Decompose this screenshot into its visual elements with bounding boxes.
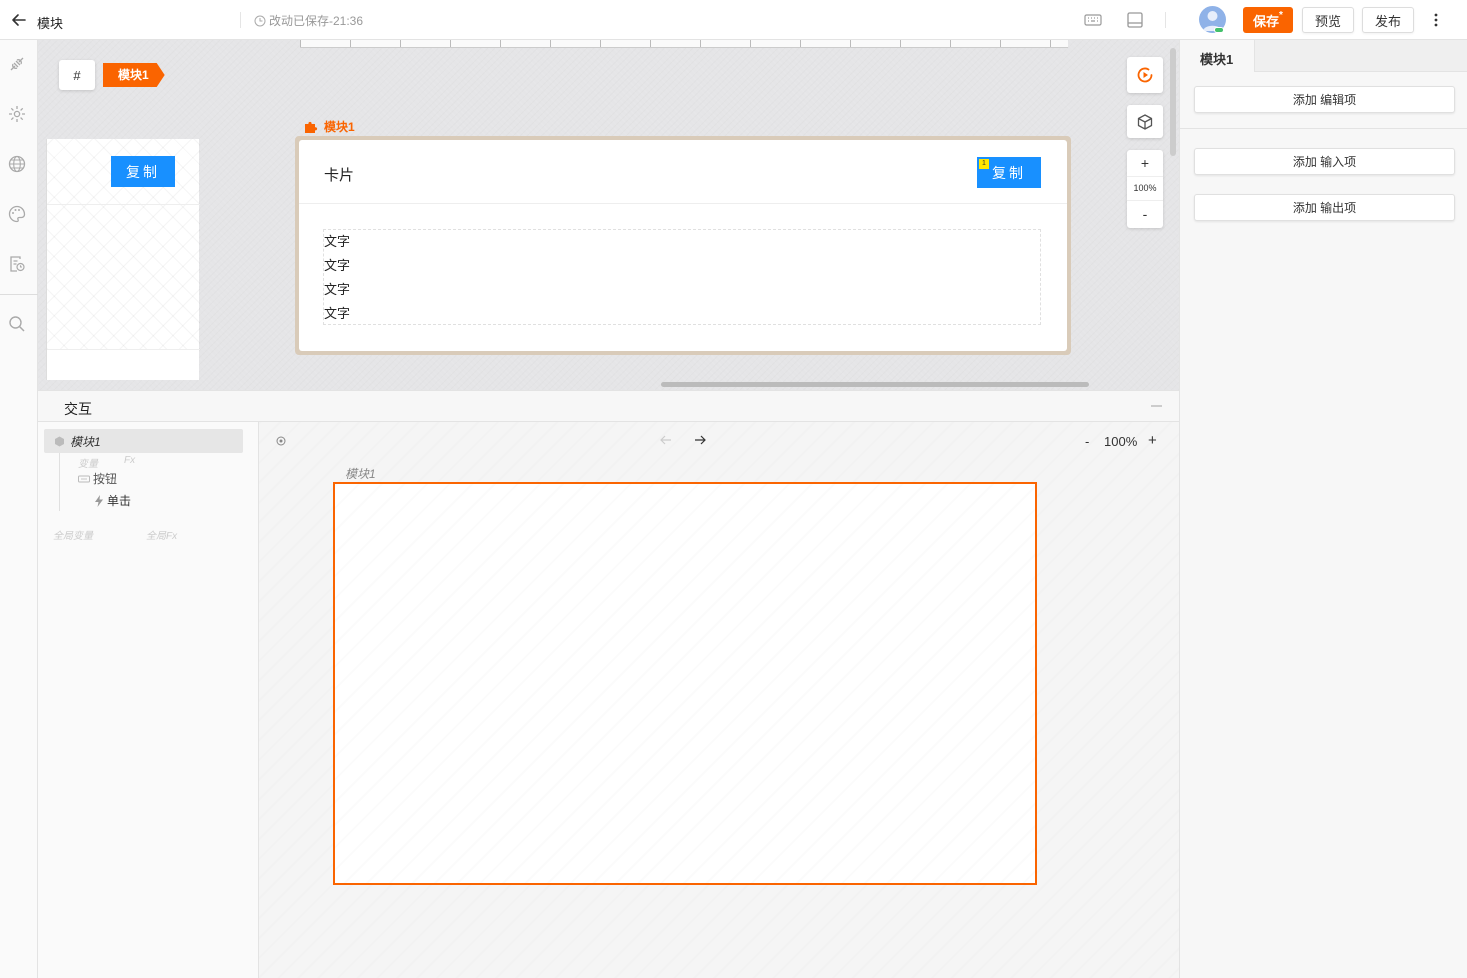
lightning-icon [95, 494, 103, 507]
more-vertical-icon[interactable] [1430, 11, 1442, 29]
text-list[interactable]: 文字 文字 文字 文字 [323, 229, 1041, 325]
card-title: 卡片 [324, 167, 355, 184]
global-fx-tab[interactable]: 全局Fx [146, 527, 177, 542]
save-status-text: 改动已保存-21:36 [269, 14, 364, 28]
vertical-scrollbar[interactable] [1170, 48, 1176, 156]
interaction-panel-header: 交互 [38, 390, 1179, 422]
text-item[interactable]: 文字 [324, 302, 1040, 326]
tree-guide-line [59, 453, 60, 511]
error-badge: 1 [979, 159, 989, 169]
add-input-item-button[interactable]: 添加 输入项 [1194, 148, 1455, 175]
divider [0, 294, 38, 295]
interaction-title: 交互 [64, 401, 92, 417]
divider [299, 203, 1067, 204]
zoom-in-button[interactable]: + [1127, 155, 1163, 171]
palette-icon[interactable] [7, 204, 27, 224]
flow-zoom-level: 100% [1104, 434, 1138, 449]
divider [1127, 200, 1163, 201]
save-button[interactable]: 保存* [1243, 7, 1293, 33]
left-toolbar [0, 40, 38, 978]
text-item[interactable]: 文字 [324, 278, 1040, 302]
card[interactable]: 卡片 1 复制 文字 文字 文字 文字 [299, 140, 1067, 351]
component-library-button[interactable] [1127, 105, 1163, 138]
redo-arrow-icon[interactable] [693, 434, 707, 446]
top-bar: 模块 改动已保存-21:36 保存* 预览 发布 [0, 0, 1467, 40]
locate-icon[interactable] [275, 435, 287, 447]
undo-arrow-icon[interactable] [659, 434, 673, 446]
text-item[interactable]: 文字 [324, 254, 1040, 278]
button-component-icon [78, 475, 90, 482]
publish-button[interactable]: 发布 [1362, 7, 1414, 33]
tab-module[interactable]: 模块1 [1180, 40, 1255, 72]
divider [1127, 176, 1163, 177]
search-icon[interactable] [7, 314, 27, 334]
horizontal-scrollbar[interactable] [661, 382, 1089, 387]
cube-icon [55, 436, 64, 446]
zoom-level: 100% [1133, 183, 1157, 193]
globe-icon[interactable] [7, 154, 27, 174]
puzzle-icon [305, 121, 318, 133]
play-circle-icon [1137, 67, 1153, 83]
debug-button[interactable] [1127, 57, 1163, 93]
plugin-icon[interactable] [7, 54, 27, 74]
interaction-tree: 模块1 变量 Fx 按钮 单击 全局变量 全局Fx [38, 422, 259, 978]
logic-flow-canvas[interactable]: - 100% + 模块1 [259, 422, 1179, 978]
flow-zoom-out-button[interactable]: - [1085, 434, 1089, 449]
side-frame: 复制 [46, 139, 200, 380]
anchor-button[interactable]: # [59, 60, 95, 90]
document-history-icon[interactable] [7, 254, 27, 274]
zoom-control: + 100% - [1127, 150, 1163, 228]
variable-tab[interactable]: 变量 [78, 455, 98, 470]
flow-zoom-in-button[interactable]: + [1148, 432, 1157, 449]
tree-item-button[interactable]: 按钮 [78, 470, 117, 487]
zoom-out-button[interactable]: - [1127, 206, 1163, 222]
cube-icon [1137, 113, 1153, 130]
save-status: 改动已保存-21:36 [254, 12, 363, 29]
back-arrow-icon[interactable] [10, 11, 28, 29]
module-frame[interactable]: 卡片 1 复制 文字 文字 文字 文字 [295, 136, 1071, 355]
flow-module-frame[interactable] [333, 482, 1037, 885]
flow-frame-label: 模块1 [345, 467, 376, 481]
horizontal-ruler [300, 40, 1068, 48]
copy-button-side[interactable]: 复制 [111, 156, 175, 187]
online-status-dot [1214, 27, 1224, 33]
gear-icon[interactable] [7, 104, 27, 124]
preview-button[interactable]: 预览 [1302, 7, 1354, 33]
divider [47, 204, 200, 205]
add-output-item-button[interactable]: 添加 输出项 [1194, 194, 1455, 221]
tree-item-click-event[interactable]: 单击 [94, 492, 131, 509]
divider [1165, 12, 1166, 28]
copy-button[interactable]: 1 复制 [977, 157, 1041, 188]
properties-panel: 模块1 添加 编辑项 添加 输入项 添加 输出项 [1179, 40, 1467, 978]
keyboard-icon[interactable] [1083, 10, 1103, 30]
page-title: 模块 [37, 16, 64, 31]
design-canvas[interactable]: # 模块1 复制 模块1 卡片 1 复制 文字 文字 文字 文字 + 100% … [38, 40, 1179, 390]
text-item[interactable]: 文字 [324, 230, 1040, 254]
module-label: 模块1 [304, 118, 355, 135]
global-variable-tab[interactable]: 全局变量 [53, 527, 93, 542]
tab-strip [1255, 40, 1467, 72]
clock-icon [254, 15, 266, 26]
divider [240, 12, 241, 28]
tree-item-module[interactable]: 模块1 [44, 429, 243, 453]
panel-layout-icon[interactable] [1125, 10, 1145, 30]
divider [1180, 128, 1467, 129]
collapse-button[interactable] [1151, 405, 1162, 407]
breadcrumb[interactable]: 模块1 [103, 63, 165, 87]
fx-tab[interactable]: Fx [124, 455, 135, 466]
add-edit-item-button[interactable]: 添加 编辑项 [1194, 86, 1455, 113]
